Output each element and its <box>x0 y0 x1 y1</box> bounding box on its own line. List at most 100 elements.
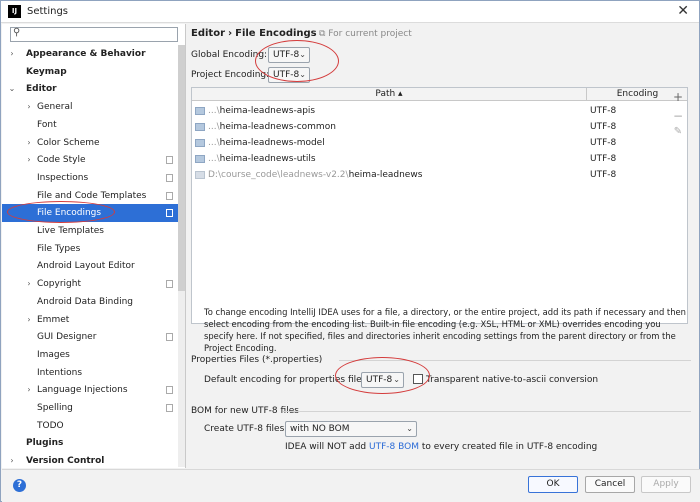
path-encoding-table: Path ▴ Encoding ...\heima-leadnews-apis U… <box>191 87 688 324</box>
sidebar-item[interactable]: Images <box>2 346 178 364</box>
properties-section-title: Properties Files (*.properties) <box>191 355 323 365</box>
encoding-help-text: To change encoding IntelliJ IDEA uses fo… <box>204 307 686 353</box>
sidebar-item-label: Android Layout Editor <box>37 261 135 272</box>
project-scope-icon <box>166 156 173 165</box>
project-scope-icon <box>166 386 173 395</box>
settings-search-input[interactable]: ⚲ <box>10 27 178 42</box>
sidebar-item[interactable]: Android Data Binding <box>2 293 178 311</box>
sidebar-item[interactable]: Keymap <box>2 63 178 81</box>
bom-divider <box>283 411 691 412</box>
sidebar-scrollbar[interactable] <box>178 45 185 467</box>
folder-icon <box>195 107 205 115</box>
cancel-button[interactable]: Cancel <box>585 476 635 493</box>
sidebar-item[interactable]: ⌄ Editor <box>2 80 178 98</box>
path-name: heima-leadnews <box>348 170 423 180</box>
sidebar-item-label: Spelling <box>37 403 73 413</box>
sidebar-item-label: Inspections <box>37 172 89 183</box>
sidebar-item-label: Appearance & Behavior <box>26 49 146 59</box>
sidebar-item-label: Font <box>37 119 57 130</box>
project-scope-icon <box>166 404 173 412</box>
chevron-icon[interactable]: › <box>24 381 34 399</box>
sidebar-item[interactable]: Android Layout Editor <box>2 257 178 275</box>
file-encodings-panel: Editor › File Encodings ⧉ For current proj… <box>187 24 699 468</box>
folder-icon <box>195 155 205 163</box>
bom-combo-value: with NO BOM <box>290 424 350 434</box>
sidebar-item-label: Emmet <box>37 314 70 325</box>
chevron-icon[interactable]: › <box>24 311 34 329</box>
sidebar-item-label: Images <box>37 349 70 360</box>
apply-button[interactable]: Apply <box>641 476 691 493</box>
sidebar-scrollbar-thumb[interactable] <box>178 45 185 291</box>
chevron-icon[interactable]: › <box>7 45 17 63</box>
chevron-icon[interactable]: ⌄ <box>7 80 17 98</box>
ok-button[interactable]: OK <box>528 476 578 493</box>
sidebar-item[interactable]: › Appearance & Behavior <box>2 45 178 63</box>
path-prefix: D:\course_code\leadnews-v2.2\ <box>208 170 349 180</box>
sidebar-item[interactable]: › Copyright <box>2 275 178 293</box>
chevron-icon[interactable]: › <box>7 452 17 470</box>
sidebar-item[interactable]: › Emmet <box>2 311 178 329</box>
chevron-icon[interactable]: › <box>24 134 34 152</box>
encoding-cell[interactable]: UTF-8 <box>590 135 616 151</box>
chevron-icon[interactable]: › <box>24 151 34 169</box>
add-icon[interactable]: + <box>671 90 685 104</box>
breadcrumb-separator: › <box>228 28 233 39</box>
path-cell: D:\course_code\leadnews-v2.2\heima-leadn… <box>208 167 422 183</box>
encoding-cell[interactable]: UTF-8 <box>590 119 616 135</box>
native-to-ascii-label[interactable]: Transparent native-to-ascii conversion <box>426 375 598 385</box>
bom-combo[interactable]: with NO BOM ⌄ <box>285 421 417 437</box>
sidebar-item[interactable]: Live Templates <box>2 222 178 240</box>
path-column-header[interactable]: Path ▴ <box>192 88 587 101</box>
sidebar-item[interactable]: File Types <box>2 240 178 258</box>
sidebar-item[interactable]: › Color Scheme <box>2 134 178 152</box>
sidebar-item[interactable]: › Language Injections <box>2 381 178 399</box>
sidebar-item-label: General <box>37 102 73 113</box>
sidebar-item-label: Color Scheme <box>37 137 100 148</box>
edit-icon[interactable]: ✎ <box>671 126 685 137</box>
folder-icon <box>195 123 205 131</box>
table-row[interactable]: ...\heima-leadnews-utils UTF-8 <box>192 151 687 167</box>
sidebar-item-label: Android Data Binding <box>37 296 134 307</box>
table-row[interactable]: ...\heima-leadnews-model UTF-8 <box>192 135 687 151</box>
encoding-cell[interactable]: UTF-8 <box>590 103 616 119</box>
folder-icon <box>195 171 205 179</box>
table-row[interactable]: D:\course_code\leadnews-v2.2\heima-leadn… <box>192 167 687 183</box>
red-annotation-circle <box>255 40 339 82</box>
remove-icon[interactable]: − <box>671 109 685 123</box>
sidebar-item-label: TODO <box>37 420 64 431</box>
chevron-icon[interactable]: › <box>24 275 34 293</box>
chevron-icon[interactable]: › <box>24 98 34 116</box>
table-row[interactable]: ...\heima-leadnews-common UTF-8 <box>192 119 687 135</box>
path-cell: ...\heima-leadnews-apis <box>208 103 315 119</box>
sidebar-item[interactable]: Spelling <box>2 399 178 417</box>
sidebar-item[interactable]: › General <box>2 98 178 116</box>
sidebar-item[interactable]: › Code Style <box>2 151 178 169</box>
dialog-button-bar: ? OK Cancel Apply <box>2 469 700 502</box>
sidebar-item[interactable]: TODO <box>2 417 178 435</box>
sidebar-item[interactable]: Inspections <box>2 169 178 187</box>
path-cell: ...\heima-leadnews-common <box>208 119 336 135</box>
table-row[interactable]: ...\heima-leadnews-apis UTF-8 <box>192 103 687 119</box>
path-prefix: ...\ <box>208 138 220 148</box>
create-utf8-label: Create UTF-8 files: <box>204 424 288 434</box>
sidebar-item-label: Code Style <box>37 155 86 166</box>
close-icon[interactable]: ✕ <box>677 3 689 19</box>
breadcrumb: Editor › File Encodings <box>191 28 317 39</box>
bom-note: IDEA will NOT add UTF-8 BOM to every cre… <box>285 442 597 452</box>
sidebar-item[interactable]: Intentions <box>2 364 178 382</box>
encoding-cell[interactable]: UTF-8 <box>590 151 616 167</box>
encoding-cell[interactable]: UTF-8 <box>590 167 616 183</box>
bom-note-suffix: to every created file in UTF-8 encoding <box>421 442 598 452</box>
project-scope-icon <box>166 173 173 182</box>
sidebar-item[interactable]: Font <box>2 116 178 134</box>
sidebar-item[interactable]: GUI Designer <box>2 328 178 346</box>
sidebar-item[interactable]: › Version Control <box>2 452 178 470</box>
utf8-bom-link[interactable]: UTF-8 BOM <box>369 442 419 452</box>
path-cell: ...\heima-leadnews-model <box>208 135 325 151</box>
path-prefix: ...\ <box>208 154 220 164</box>
help-icon[interactable]: ? <box>13 479 26 492</box>
sidebar-item-label: Live Templates <box>37 226 104 236</box>
sidebar-item[interactable]: Plugins <box>2 434 178 452</box>
project-scope-label: ⧉ For current project <box>319 29 412 39</box>
path-prefix: ...\ <box>208 122 220 132</box>
